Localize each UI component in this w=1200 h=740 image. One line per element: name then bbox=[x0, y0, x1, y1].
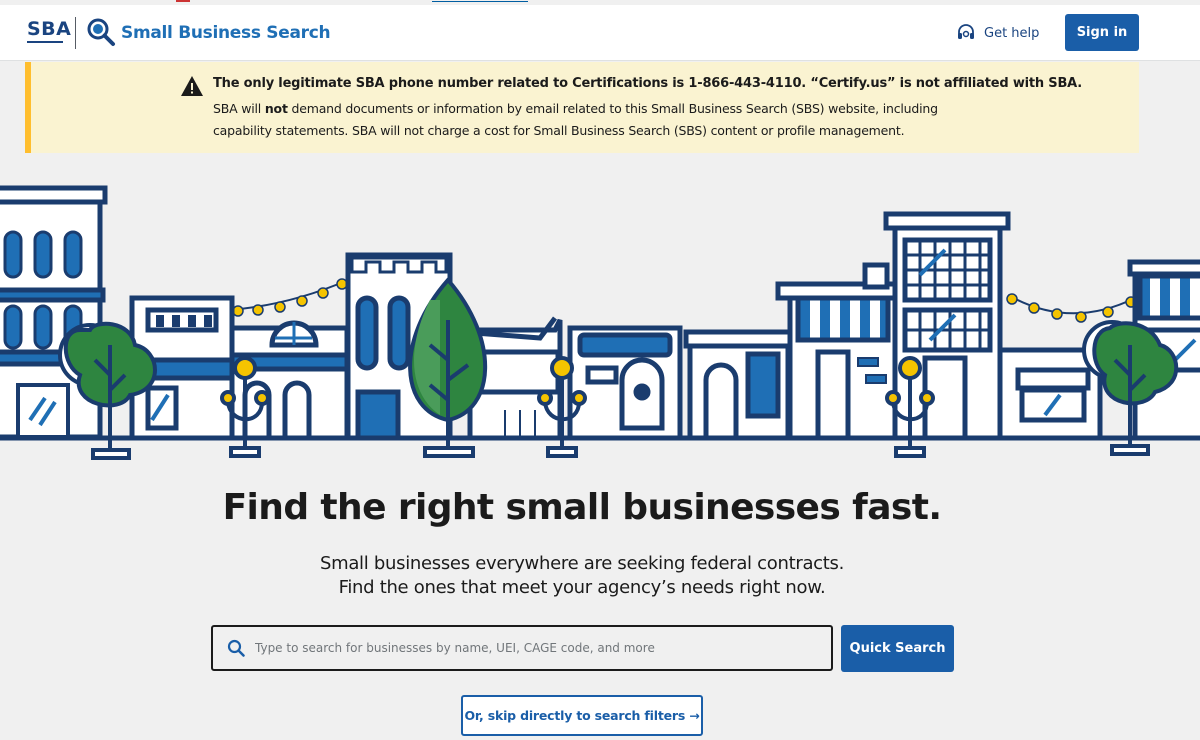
hero-subtitle: Small businesses everywhere are seeking … bbox=[0, 552, 1164, 600]
alert-heading: The only legitimate SBA phone number rel… bbox=[213, 76, 1082, 91]
site-header: SBA Small Business Search Get help Sign … bbox=[0, 5, 1200, 61]
string-lights-right bbox=[1007, 294, 1136, 315]
building-6 bbox=[567, 325, 683, 441]
sba-logo-underline bbox=[27, 41, 63, 43]
building-8 bbox=[775, 262, 899, 441]
get-help-label: Get help bbox=[984, 25, 1040, 41]
search-icon bbox=[227, 639, 245, 657]
top-link-fragment bbox=[432, 1, 528, 2]
skip-to-filters-button[interactable]: Or, skip directly to search filters → bbox=[461, 695, 703, 736]
logo-divider bbox=[75, 17, 76, 49]
sba-logo[interactable]: SBA bbox=[27, 18, 72, 43]
alert-body-post: demand documents or information by email… bbox=[213, 101, 938, 138]
hero-title: Find the right small businesses fast. bbox=[0, 487, 1164, 528]
get-help-link[interactable]: Get help bbox=[956, 23, 1039, 43]
search-input[interactable] bbox=[255, 641, 815, 655]
alert-body-emphasis: not bbox=[264, 101, 288, 116]
quick-search-button[interactable]: Quick Search bbox=[841, 625, 954, 672]
search-box[interactable] bbox=[211, 625, 833, 671]
main-street-illustration bbox=[0, 185, 1200, 460]
hero-title-emphasis: fast bbox=[852, 487, 929, 528]
headset-icon bbox=[958, 24, 974, 39]
alert-banner: The only legitimate SBA phone number rel… bbox=[25, 62, 1139, 153]
hero-title-post: . bbox=[928, 487, 942, 528]
building-7 bbox=[683, 329, 793, 441]
flag-fragment bbox=[176, 0, 190, 2]
string-lights-left bbox=[229, 279, 349, 311]
hero-subtitle-line-1: Small businesses everywhere are seeking … bbox=[319, 553, 845, 574]
building-10 bbox=[997, 347, 1103, 441]
warning-icon bbox=[181, 76, 203, 96]
sign-in-button[interactable]: Sign in bbox=[1065, 14, 1139, 51]
sba-logo-text: SBA bbox=[27, 18, 72, 40]
hero-subtitle-line-2: Find the ones that meet your agency’s ne… bbox=[338, 577, 826, 598]
hero-title-pre: Find the right small businesses bbox=[222, 487, 853, 528]
building-9 bbox=[883, 211, 1011, 441]
magnifying-glass-icon bbox=[87, 18, 115, 46]
site-title[interactable]: Small Business Search bbox=[121, 23, 331, 43]
alert-body: SBA will not demand documents or informa… bbox=[213, 98, 973, 142]
alert-body-pre: SBA will bbox=[213, 101, 265, 116]
